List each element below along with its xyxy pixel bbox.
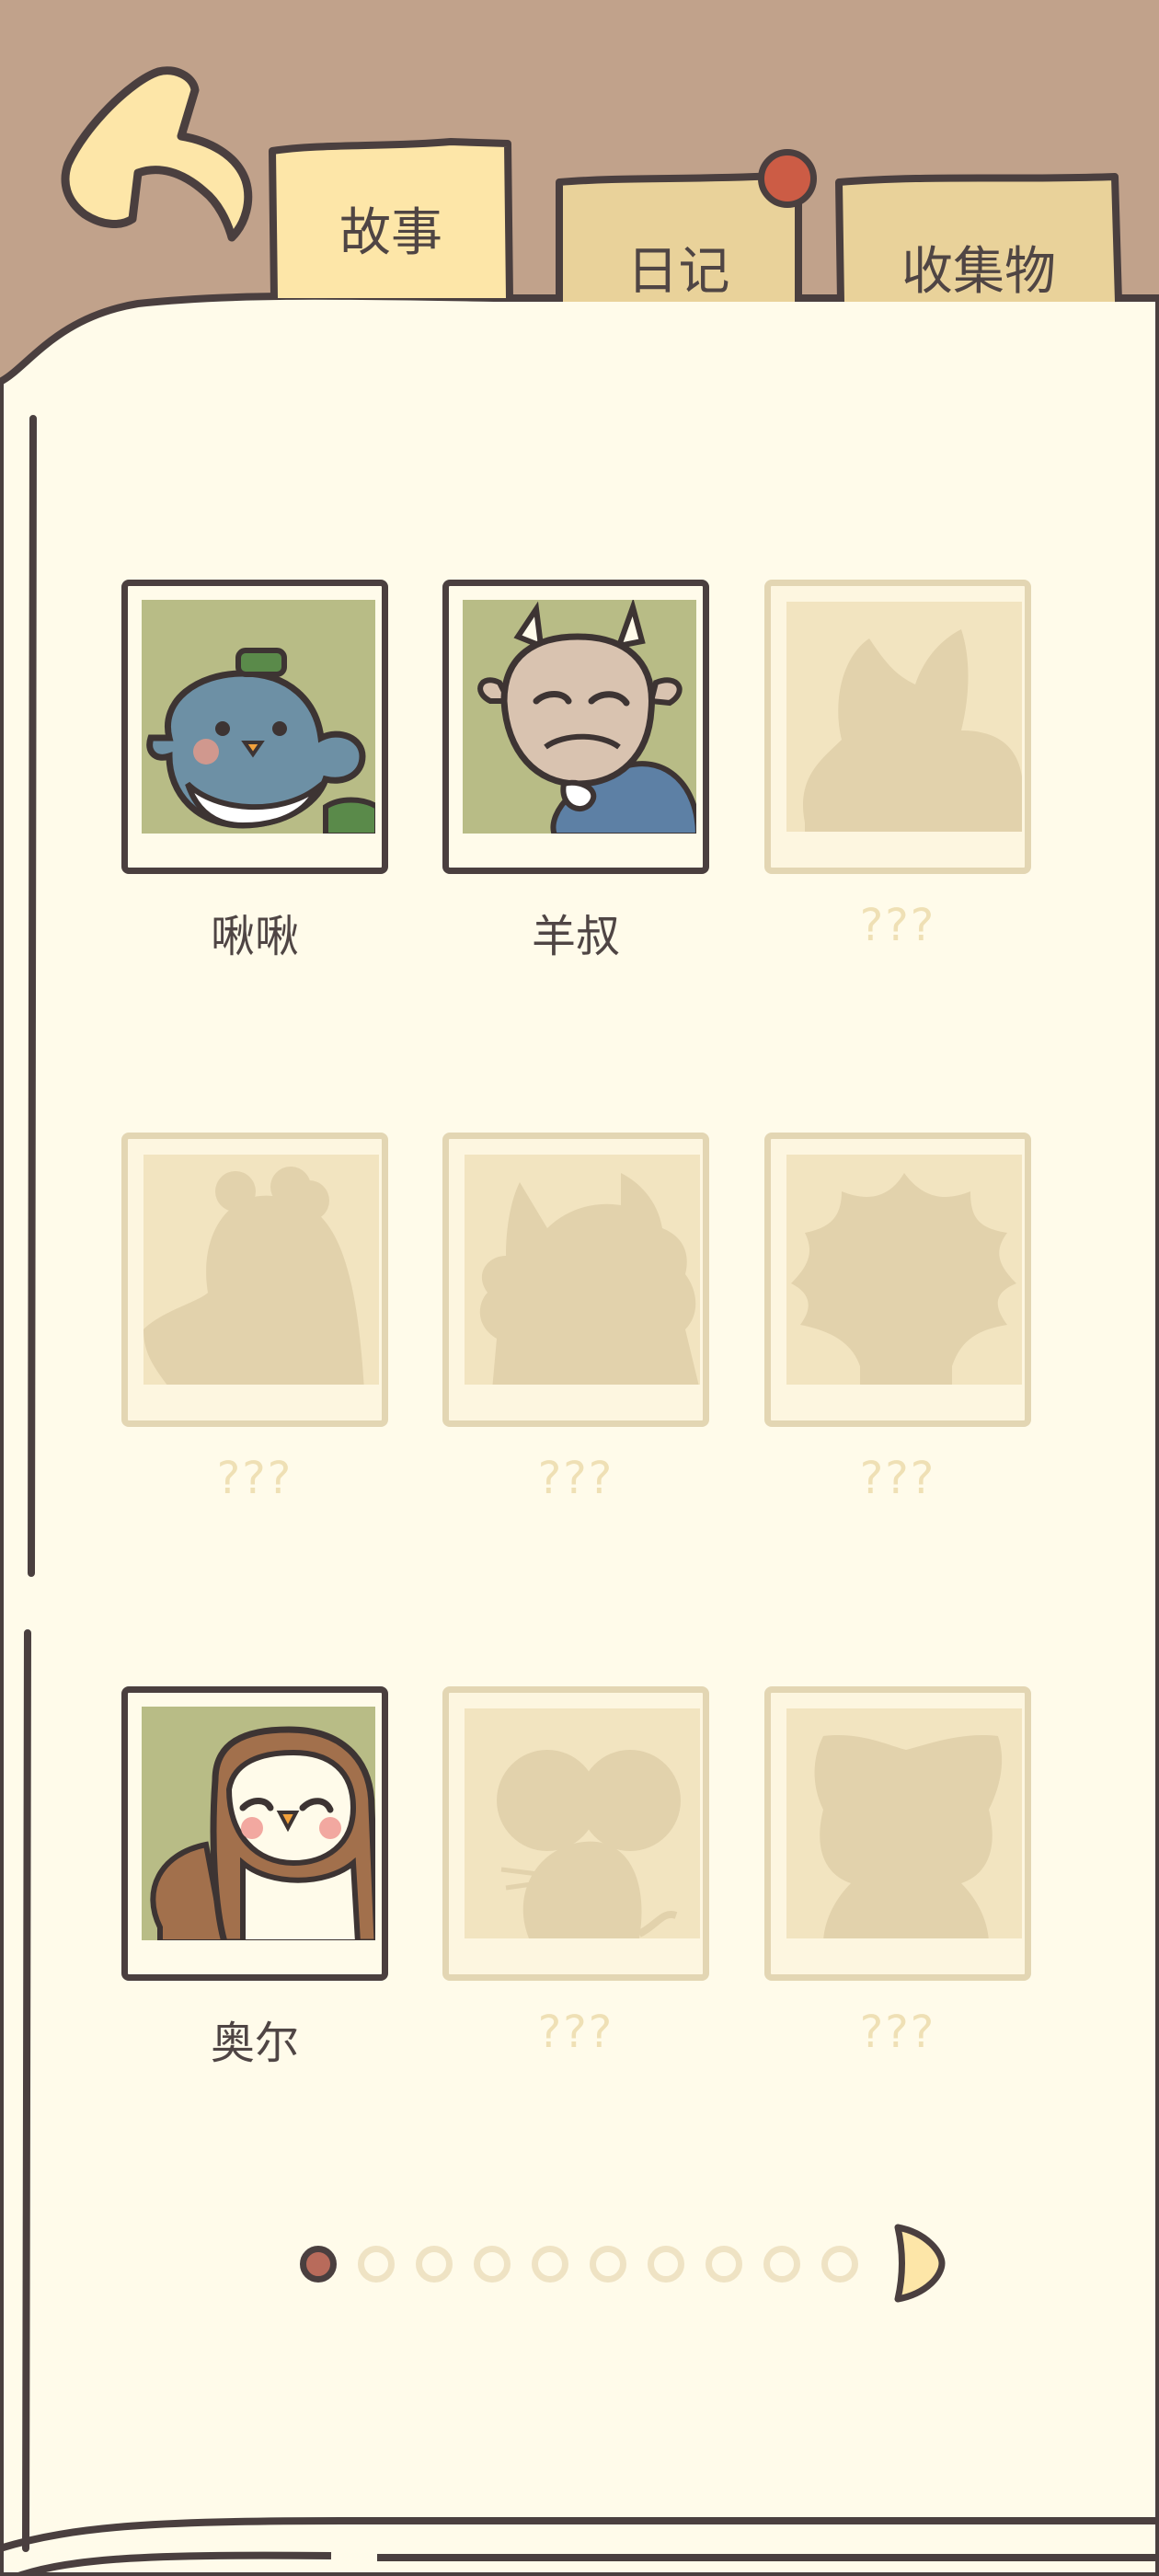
character-name: ??? [537,2007,614,2058]
tab-collection[interactable]: 收集物 [833,169,1124,304]
notification-badge [758,149,817,208]
character-card[interactable] [764,1133,1031,1427]
back-arrow-icon[interactable] [57,63,259,247]
character-name: 羊叔 [531,911,620,962]
page-dot[interactable] [706,2246,742,2283]
page-dot[interactable] [821,2246,858,2283]
page-dot[interactable] [474,2246,511,2283]
kitten-silhouette [786,1708,1022,1938]
character-card[interactable] [442,1133,709,1427]
character-card[interactable] [121,1133,388,1427]
bear-silhouette [143,1155,379,1385]
tab-diary-label: 日记 [626,242,730,302]
character-card[interactable] [121,580,388,874]
goat-portrait [463,600,696,834]
character-card[interactable] [764,580,1031,874]
page-dot[interactable] [300,2246,337,2283]
character-card[interactable] [121,1686,388,1981]
fox-silhouette [786,602,1022,832]
character-card[interactable] [442,580,709,874]
character-name: ??? [859,2007,936,2058]
character-card[interactable] [764,1686,1031,1981]
bird-portrait [142,600,375,834]
character-name: ??? [216,1453,293,1504]
hedgehog-silhouette [786,1155,1022,1385]
mouse-silhouette [465,1708,700,1938]
character-name: 啾啾 [210,911,299,962]
tab-story[interactable]: 故事 [267,136,515,302]
next-page-arrow-icon[interactable] [890,2220,947,2306]
character-name: ??? [859,1453,936,1504]
page-dot[interactable] [590,2246,626,2283]
page-dot[interactable] [416,2246,453,2283]
character-card[interactable] [442,1686,709,1981]
character-name: ??? [859,900,936,951]
character-name: ??? [537,1453,614,1504]
cat-silhouette [465,1155,700,1385]
page-dot[interactable] [532,2246,568,2283]
page-dot[interactable] [358,2246,395,2283]
tab-collection-label: 收集物 [901,242,1056,302]
character-name: 奥尔 [210,2018,299,2069]
page-dot[interactable] [648,2246,684,2283]
tab-story-label: 故事 [339,203,442,263]
owl-portrait [142,1707,375,1940]
page-dot[interactable] [763,2246,800,2283]
